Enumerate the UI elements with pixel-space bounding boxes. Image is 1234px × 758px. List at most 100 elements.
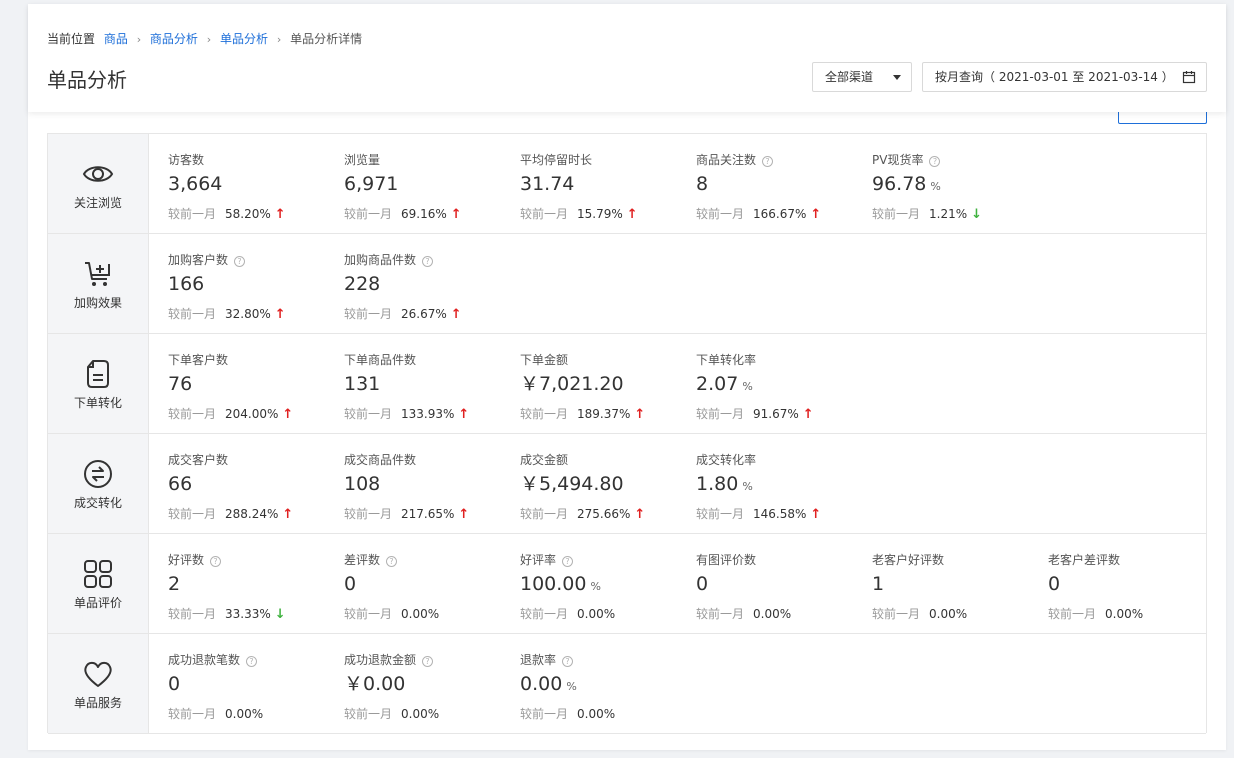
- compare-label: 较前一月: [344, 307, 393, 321]
- category-label: 下单转化: [73, 396, 122, 410]
- metric-row: 单品评价 好评数? 2 较前一月 33.33% ↓ 差评数? 0 较前一月 0.00% 好评率? 10…: [48, 534, 1206, 634]
- arrow-up-icon: ↑: [802, 407, 814, 422]
- metric-card: 差评数? 0 较前一月 0.00%: [344, 534, 520, 633]
- compare-label: 较前一月: [344, 607, 393, 621]
- metric-label-text: 下单客户数: [168, 353, 229, 367]
- metric-card: 下单金额 ￥7,021.20 较前一月 189.37% ↑: [520, 334, 696, 433]
- metric-card: 下单商品件数 131 较前一月 133.93% ↑: [344, 334, 520, 433]
- metric-value-text: 228: [344, 273, 381, 295]
- metric-label: 下单金额: [520, 351, 568, 368]
- metric-label-text: 成交金额: [520, 453, 569, 467]
- metric-unit: %: [742, 380, 753, 393]
- metric-card: 成功退款笔数? 0 较前一月 0.00%: [168, 634, 344, 733]
- breadcrumb-prefix: 当前位置: [47, 32, 96, 46]
- metric-value: 1: [872, 572, 884, 596]
- arrow-up-icon: ↑: [634, 407, 646, 422]
- metric-value: 108: [344, 472, 380, 496]
- category-label: 关注浏览: [73, 196, 122, 210]
- compare-value: 0.00%: [577, 607, 616, 621]
- help-icon[interactable]: ?: [210, 556, 222, 567]
- arrow-up-icon: ↑: [450, 207, 462, 222]
- arrow-up-icon: ↑: [810, 207, 822, 222]
- metric-label-text: 下单转化率: [696, 353, 757, 367]
- compare-label: 较前一月: [168, 307, 217, 321]
- channel-select[interactable]: 全部渠道: [812, 62, 912, 92]
- metric-compare: 较前一月 217.65% ↑: [344, 505, 469, 522]
- metric-card: 成交转化率 1.80% 较前一月 146.58% ↑: [696, 434, 872, 533]
- metric-card: 退款率? 0.00% 较前一月 0.00%: [520, 634, 696, 733]
- metric-value-text: 66: [168, 473, 193, 495]
- compare-value: 0.00%: [753, 607, 792, 621]
- metric-value: 76: [168, 372, 192, 396]
- metric-value: 100.00%: [520, 572, 601, 599]
- metric-value: 0: [1048, 572, 1060, 596]
- help-icon[interactable]: ?: [762, 156, 774, 167]
- metric-label-text: 成功退款笔数: [168, 653, 241, 667]
- breadcrumb-link-item-analysis[interactable]: 单品分析: [220, 32, 268, 46]
- metric-value-text: ￥0.00: [344, 673, 406, 695]
- breadcrumb-link-goods[interactable]: 商品: [104, 32, 128, 46]
- metric-compare: 较前一月 204.00% ↑: [168, 405, 293, 422]
- metric-label-text: 下单商品件数: [344, 353, 417, 367]
- metric-label-text: 好评率: [520, 553, 557, 567]
- page-header: 当前位置 商品 › 商品分析 › 单品分析 › 单品分析详情 单品分析 全部渠道…: [28, 4, 1226, 112]
- metric-value: 1.80%: [696, 472, 753, 499]
- metric-label: 成交金额: [520, 451, 568, 468]
- help-icon[interactable]: ?: [422, 656, 434, 667]
- help-icon[interactable]: ?: [562, 556, 574, 567]
- metric-value: 6,971: [344, 172, 398, 196]
- arrow-up-icon: ↑: [274, 207, 286, 222]
- metric-label: 成交客户数: [168, 451, 228, 468]
- metric-label: 好评数?: [168, 551, 222, 568]
- metric-card: 商品关注数? 8 较前一月 166.67% ↑: [696, 134, 872, 233]
- metric-row: 加购效果 加购客户数? 166 较前一月 32.80% ↑ 加购商品件数? 228 较前一月 26…: [48, 234, 1206, 334]
- metric-unit: %: [590, 580, 601, 593]
- category-cell: 下单转化: [48, 334, 149, 433]
- metrics-grid: 关注浏览 访客数 3,664 较前一月 58.20% ↑ 浏览量 6,971 较前一月 69.16…: [47, 133, 1207, 734]
- metric-compare: 较前一月 58.20% ↑: [168, 205, 286, 222]
- category-label: 加购效果: [73, 296, 122, 310]
- metric-value: 2: [168, 572, 180, 596]
- calendar-icon: [1182, 71, 1196, 84]
- category-cell: 单品评价: [48, 534, 149, 633]
- category-label: 成交转化: [73, 496, 122, 510]
- metric-compare: 较前一月 0.00%: [168, 705, 263, 722]
- date-range-picker[interactable]: 按月查询（ 2021-03-01 至 2021-03-14 ）: [922, 62, 1207, 92]
- metric-value: ￥0.00: [344, 672, 405, 696]
- chevron-right-icon: ›: [136, 33, 142, 46]
- metric-card: 加购客户数? 166 较前一月 32.80% ↑: [168, 234, 344, 333]
- compare-value: 0.00%: [929, 607, 968, 621]
- category-cell: 加购效果: [48, 234, 149, 333]
- help-icon[interactable]: ?: [234, 256, 246, 267]
- compare-value: 204.00%: [225, 407, 279, 421]
- compare-label: 较前一月: [696, 207, 745, 221]
- metric-compare: 较前一月 146.58% ↑: [696, 505, 821, 522]
- help-icon[interactable]: ?: [562, 656, 574, 667]
- compare-value: 1.21%: [929, 207, 968, 221]
- compare-label: 较前一月: [696, 507, 745, 521]
- category-cell: 关注浏览: [48, 134, 149, 233]
- metric-card: 下单转化率 2.07% 较前一月 91.67% ↑: [696, 334, 872, 433]
- compare-label: 较前一月: [168, 207, 217, 221]
- help-icon[interactable]: ?: [246, 656, 258, 667]
- compare-label: 较前一月: [168, 407, 217, 421]
- metric-value-text: 100.00: [520, 573, 587, 595]
- breadcrumb-link-goods-analysis[interactable]: 商品分析: [150, 32, 198, 46]
- metric-label: 加购客户数?: [168, 251, 246, 268]
- help-icon[interactable]: ?: [386, 556, 398, 567]
- arrow-up-icon: ↑: [274, 307, 286, 322]
- metric-value: 3,664: [168, 172, 222, 196]
- metric-label-text: 浏览量: [344, 153, 381, 167]
- metric-compare: 较前一月 0.00%: [344, 705, 439, 722]
- arrow-up-icon: ↑: [458, 407, 470, 422]
- metric-row: 成交转化 成交客户数 66 较前一月 288.24% ↑ 成交商品件数 108 较前一月 217.…: [48, 434, 1206, 534]
- help-icon[interactable]: ?: [422, 256, 434, 267]
- metric-label-text: 差评数: [344, 553, 381, 567]
- metric-compare: 较前一月 33.33% ↓: [168, 605, 286, 622]
- metric-value-text: 76: [168, 373, 193, 395]
- metric-value-text: 0: [1048, 573, 1061, 595]
- metric-card: 老客户好评数 1 较前一月 0.00%: [872, 534, 1048, 633]
- help-icon[interactable]: ?: [929, 156, 941, 167]
- metric-card: 有图评价数 0 较前一月 0.00%: [696, 534, 872, 633]
- page-title: 单品分析: [47, 68, 127, 92]
